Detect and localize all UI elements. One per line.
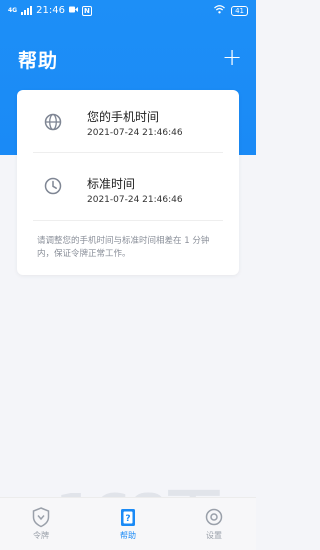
tab-help[interactable]: ? 帮助: [98, 506, 158, 541]
clock-icon: [43, 176, 63, 196]
notification-badge: N: [81, 5, 92, 16]
time-sync-note: 请调整您的手机时间与标准时间相差在 1 分钟内，保证令牌正常工作。: [37, 236, 210, 259]
status-right: 41: [214, 5, 248, 17]
phone-time-title: 您的手机时间: [87, 110, 160, 124]
battery-indicator: 41: [231, 6, 248, 16]
tab-token-label: 令牌: [33, 531, 49, 540]
row-divider: [33, 152, 223, 153]
phone-time-row: 您的手机时间 2021-07-24 21:46:46: [17, 90, 239, 150]
standard-time-value: 2021-07-24 21:46:46: [87, 195, 183, 205]
tab-settings[interactable]: 设置: [184, 506, 244, 541]
wifi-icon: [214, 5, 225, 17]
settings-icon: [203, 506, 225, 528]
note-divider: [33, 220, 223, 221]
status-left: 4G 21:46 N: [8, 5, 92, 16]
globe-icon: [43, 112, 63, 132]
page-title: 帮助: [18, 50, 59, 72]
time-card: 您的手机时间 2021-07-24 21:46:46 标准时间 2021-07-…: [17, 90, 239, 275]
signal-icon: [21, 6, 33, 15]
bottom-tab-bar: 令牌 ? 帮助 设置: [0, 497, 256, 550]
svg-text:?: ?: [125, 514, 130, 524]
standard-time-row: 标准时间 2021-07-24 21:46:46: [17, 155, 239, 215]
app-header: 帮助 +: [0, 44, 256, 74]
add-button[interactable]: +: [220, 45, 244, 70]
status-time: 21:46: [36, 5, 65, 16]
help-icon: ?: [117, 506, 139, 528]
status-bar: 4G 21:46 N 41: [0, 0, 256, 22]
shield-icon: [30, 506, 52, 528]
tab-help-label: 帮助: [120, 531, 136, 540]
standard-time-title: 标准时间: [87, 177, 136, 191]
video-icon: [68, 5, 78, 16]
network-type: 4G: [8, 7, 18, 14]
phone-time-value: 2021-07-24 21:46:46: [87, 128, 183, 138]
tab-token[interactable]: 令牌: [11, 506, 71, 541]
tab-settings-label: 设置: [206, 531, 222, 540]
